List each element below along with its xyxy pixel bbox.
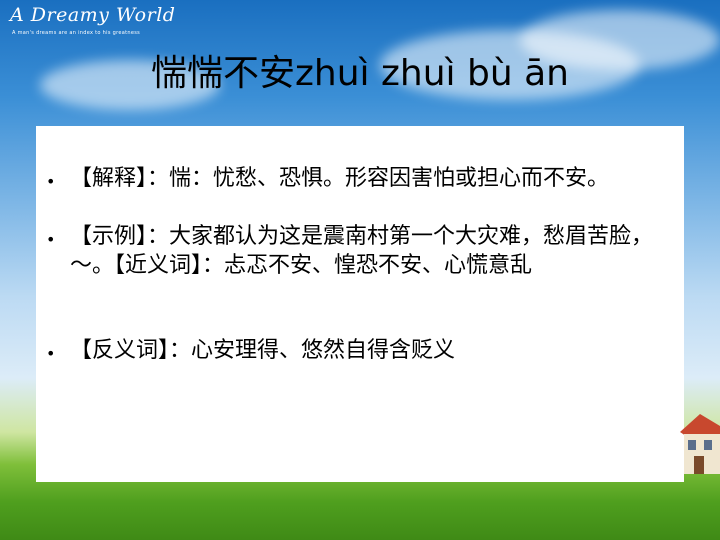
brand-tagline: A man's dreams are an index to his great… — [12, 30, 141, 36]
antonym-item: 【反义词】：心安理得、悠然自得含贬义 — [70, 338, 456, 363]
content-panel: • 【解释】：惴：忧愁、恐惧。形容因害怕或担心而不安。 • 【示例】：大家都认为… — [36, 126, 684, 482]
bullet-marker: • — [46, 344, 56, 363]
slide-title: 惴惴不安zhuì zhuì bù ān — [151, 53, 569, 94]
brand-logo: A Dreamy World — [10, 4, 176, 26]
house-image — [680, 414, 720, 474]
bullet-marker: • — [46, 230, 56, 249]
definition-item: 【解释】：惴：忧愁、恐惧。形容因害怕或担心而不安。 — [70, 166, 610, 191]
bullet-marker: • — [46, 172, 56, 191]
example-item: 【示例】：大家都认为这是震南村第一个大灾难，愁眉苦脸，～。【近义词】：忐忑不安、… — [70, 224, 654, 278]
